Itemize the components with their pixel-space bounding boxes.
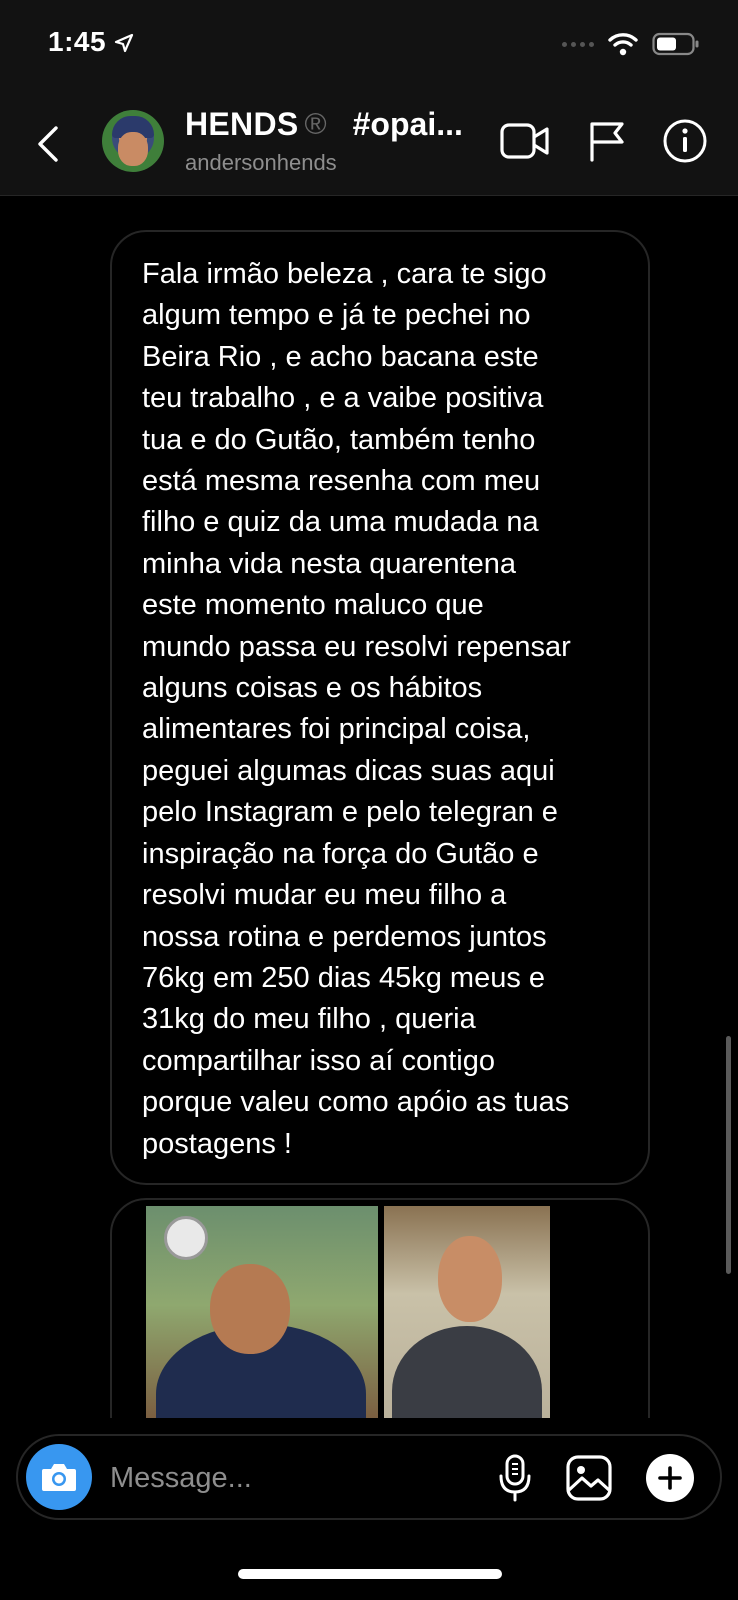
signal-icon: [562, 41, 594, 47]
location-arrow-icon: [114, 33, 134, 53]
clock-icon: [164, 1216, 208, 1260]
thread-header: HENDS ® #opai... andersonhends: [0, 92, 738, 196]
message-bubble[interactable]: Fala irmão beleza , cara te sigo algum t…: [110, 230, 650, 1185]
status-time: 1:45: [48, 26, 107, 57]
report-flag-button[interactable]: [582, 116, 632, 166]
gallery-button[interactable]: [562, 1451, 616, 1505]
contact-name: HENDS: [185, 106, 299, 142]
camera-icon: [42, 1464, 76, 1491]
avatar[interactable]: [102, 110, 164, 172]
wifi-icon: [608, 33, 638, 56]
thread-title[interactable]: HENDS ® #opai...: [185, 106, 463, 143]
camera-button[interactable]: [26, 1444, 92, 1510]
message-text: Fala irmão beleza , cara te sigo algum t…: [142, 258, 571, 1160]
scroll-indicator[interactable]: [726, 1036, 731, 1274]
microphone-icon: [499, 1454, 531, 1502]
message-input[interactable]: [110, 1456, 470, 1500]
status-bar: 1:45: [0, 0, 738, 92]
info-button[interactable]: [660, 116, 710, 166]
after-photo[interactable]: [384, 1206, 550, 1426]
video-call-icon: [500, 123, 549, 159]
contact-username: andersonhends: [185, 150, 337, 175]
more-options-button[interactable]: [646, 1454, 694, 1502]
gallery-icon: [566, 1455, 612, 1501]
battery-icon: [652, 32, 699, 56]
before-photo[interactable]: [146, 1206, 378, 1426]
back-button[interactable]: [30, 122, 66, 166]
contact-hashtag: #opai...: [352, 106, 463, 142]
back-icon: [38, 126, 58, 162]
flag-icon: [590, 122, 624, 162]
status-icons: [562, 32, 700, 56]
home-indicator[interactable]: [238, 1569, 502, 1579]
plus-icon: [658, 1466, 682, 1490]
info-icon: [663, 119, 707, 163]
video-call-button[interactable]: [500, 116, 550, 166]
message-composer: [16, 1434, 722, 1520]
registered-mark: ®: [304, 107, 327, 141]
voice-message-button[interactable]: [488, 1451, 542, 1505]
